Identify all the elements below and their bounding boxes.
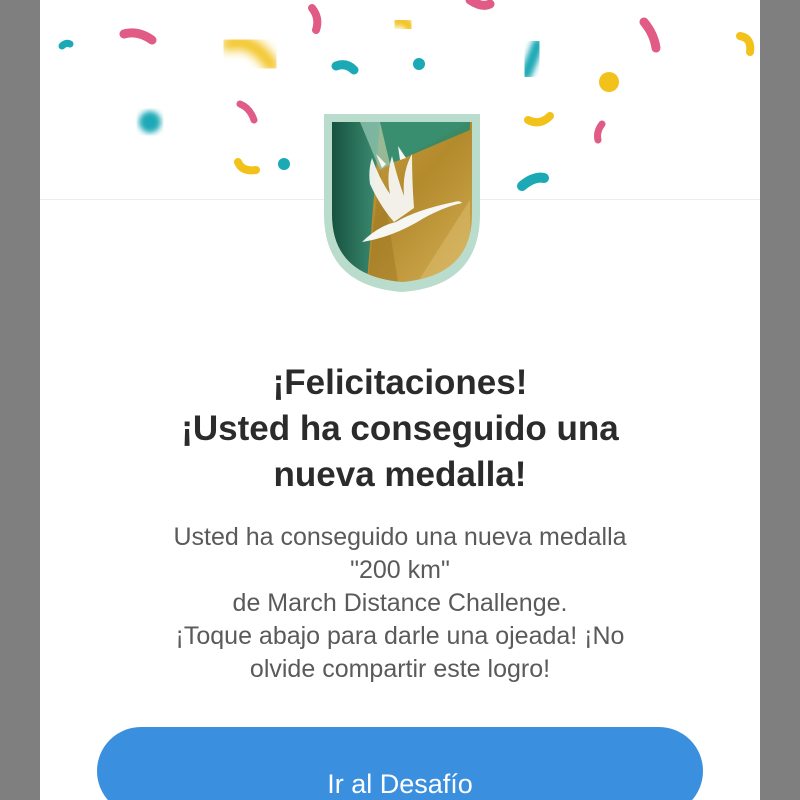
headline-line: ¡Felicitaciones! [272,363,528,402]
medal-dialog: ¡Felicitaciones! ¡Usted ha conseguido un… [40,0,760,800]
message-line: de March Distance Challenge. [232,589,568,617]
message-line: ¡Toque abajo para darle una ojeada! ¡No [175,622,625,650]
congratulations-headline: ¡Felicitaciones! ¡Usted ha conseguido un… [100,360,700,498]
go-to-challenge-button[interactable]: Ir al Desafío [97,727,703,800]
medal-badge [324,114,480,292]
headline-line: nueva medalla! [273,455,527,494]
headline-line: ¡Usted ha conseguido una [181,409,619,448]
message-line: olvide compartir este logro! [249,655,551,683]
message-line: Usted ha conseguido una nueva medalla [173,523,627,551]
message-line: "200 km" [350,556,450,584]
medal-message: Usted ha conseguido una nueva medalla "2… [100,521,700,686]
